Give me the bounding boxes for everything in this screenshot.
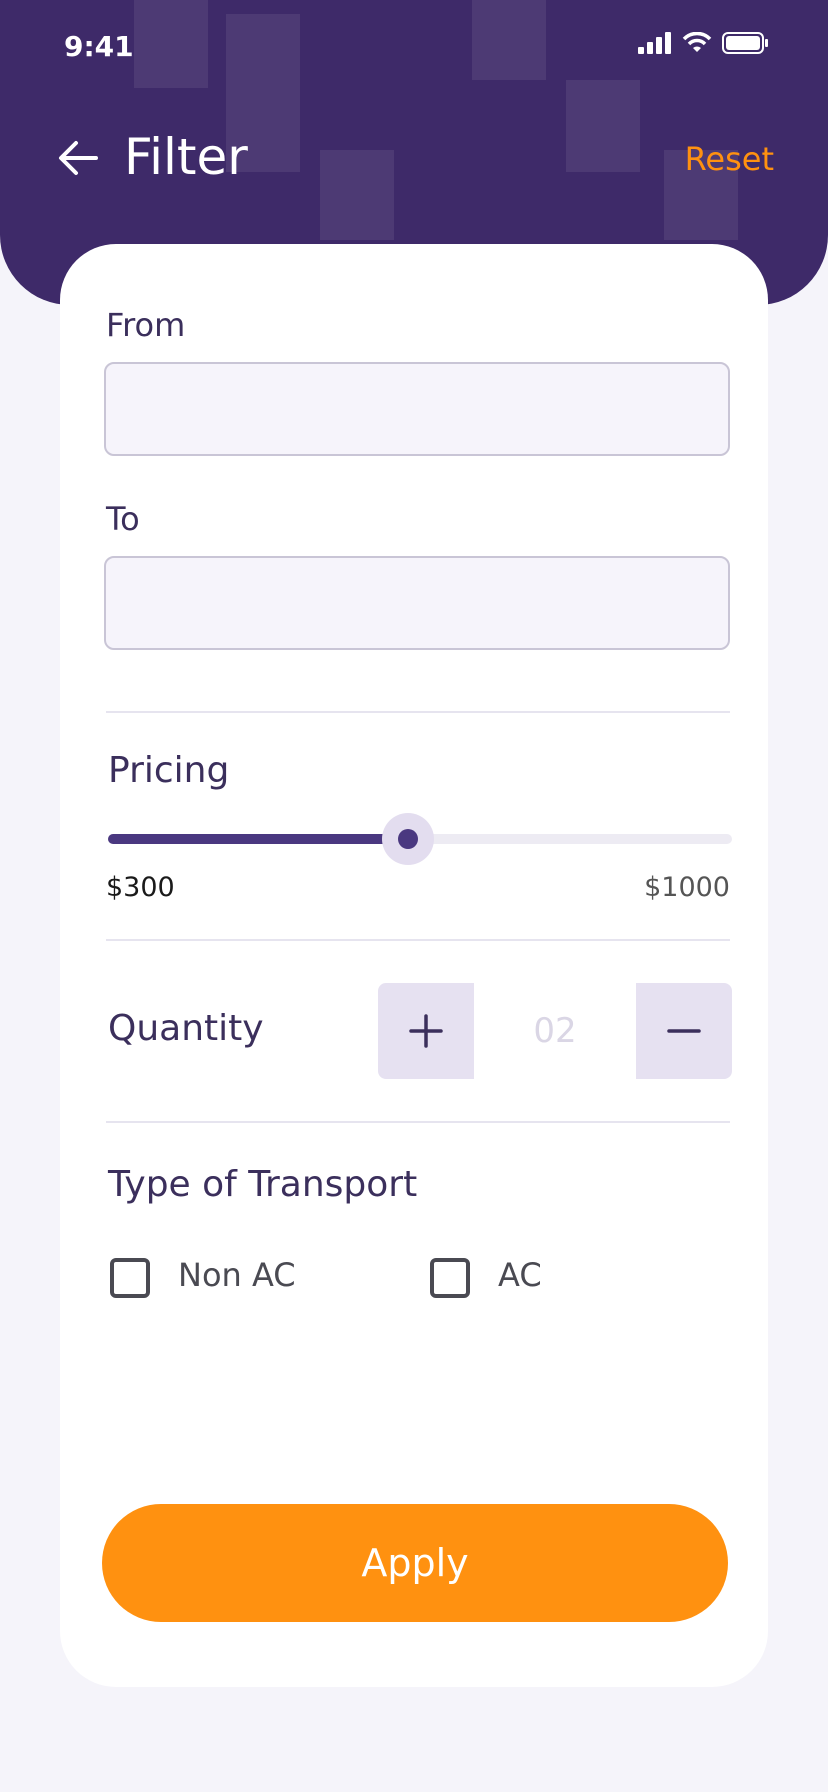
from-label: From — [106, 306, 186, 344]
header-pattern — [566, 80, 640, 172]
price-max-label: $1000 — [644, 872, 730, 903]
price-slider-fill — [108, 834, 408, 844]
from-input[interactable] — [104, 362, 730, 456]
battery-icon — [722, 32, 768, 54]
divider — [106, 939, 730, 941]
non-ac-checkbox[interactable] — [110, 1258, 150, 1298]
header-pattern — [472, 0, 546, 80]
filter-card: From To Pricing $300 $1000 Quantity 02 T… — [60, 244, 768, 1687]
divider — [106, 711, 730, 713]
price-slider-thumb[interactable] — [381, 813, 434, 865]
signal-icon — [638, 32, 671, 54]
ac-label: AC — [498, 1256, 542, 1294]
pricing-title: Pricing — [108, 750, 230, 791]
quantity-increment-button[interactable] — [378, 983, 474, 1079]
divider — [106, 1121, 730, 1123]
to-label: To — [106, 500, 140, 538]
plus-icon — [409, 1014, 443, 1048]
header-pattern — [134, 0, 208, 88]
quantity-value[interactable]: 02 — [474, 983, 636, 1079]
header-pattern — [320, 150, 394, 240]
ac-checkbox[interactable] — [430, 1258, 470, 1298]
non-ac-label: Non AC — [178, 1256, 296, 1294]
quantity-decrement-button[interactable] — [636, 983, 732, 1079]
price-min-label: $300 — [106, 872, 175, 903]
reset-button[interactable]: Reset — [685, 140, 774, 178]
minus-icon — [667, 1029, 701, 1033]
apply-button[interactable]: Apply — [102, 1504, 728, 1622]
status-time: 9:41 — [64, 30, 134, 63]
wifi-icon — [682, 32, 712, 52]
quantity-title: Quantity — [108, 1008, 264, 1049]
transport-title: Type of Transport — [108, 1164, 418, 1205]
page-title: Filter — [124, 128, 248, 186]
status-icons — [638, 32, 768, 54]
back-arrow-icon[interactable] — [58, 140, 98, 176]
to-input[interactable] — [104, 556, 730, 650]
